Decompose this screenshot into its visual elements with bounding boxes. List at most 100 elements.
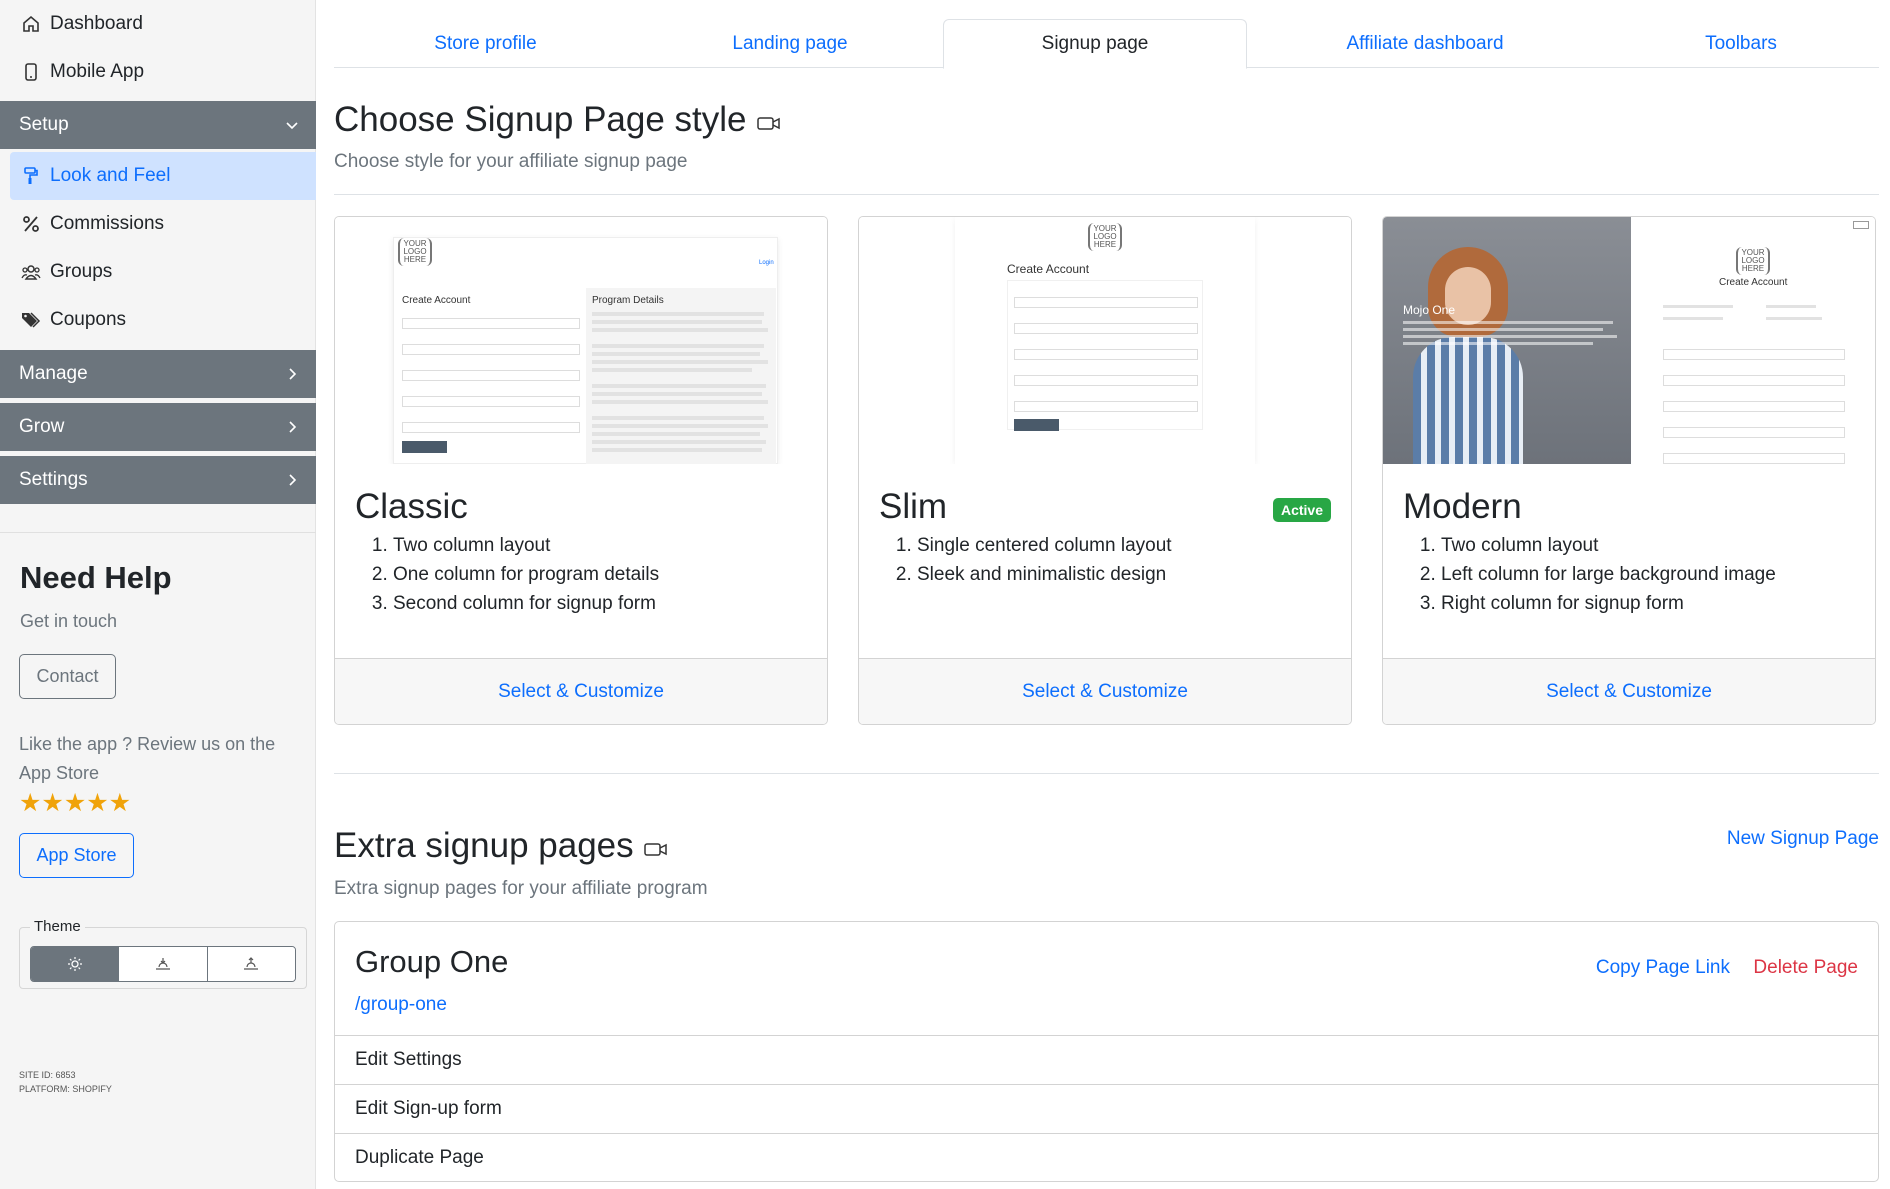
mock-field (1014, 401, 1198, 412)
sidebar-section-grow[interactable]: Grow (0, 403, 316, 451)
mock-field (1663, 453, 1845, 464)
edit-signup-form-item[interactable]: Edit Sign-up form (335, 1084, 1878, 1133)
theme-toggle-group (30, 946, 296, 982)
video-camera-icon[interactable] (643, 841, 668, 857)
mock-text-line (592, 344, 764, 348)
chevron-right-icon (284, 419, 300, 435)
modern-form-panel: YOUR LOGO HERE Create Account (1631, 217, 1875, 464)
sidebar-section-settings[interactable]: Settings (0, 456, 316, 504)
mock-field (1663, 349, 1845, 360)
slim-mock: YOUR LOGO HERE Create Account (955, 217, 1255, 464)
classic-mock: YOUR LOGO HERE Login Create Account Prog… (393, 237, 778, 464)
contact-button[interactable]: Contact (19, 654, 116, 699)
mock-create-account: Create Account (402, 295, 471, 306)
theme-sunrise-button[interactable] (207, 947, 295, 981)
sidebar-item-commissions[interactable]: Commissions (0, 200, 316, 248)
select-customize-classic-button[interactable]: Select & Customize (335, 658, 827, 724)
sidebar-section-manage[interactable]: Manage (0, 350, 316, 398)
sidebar-divider (0, 532, 316, 533)
mock-field (1014, 323, 1198, 334)
sidebar-item-label: Groups (50, 261, 113, 282)
mock-details-column: Program Details (586, 288, 776, 464)
section-label: Manage (19, 363, 88, 384)
paint-roller-icon (20, 165, 42, 187)
mock-text-line (592, 416, 764, 420)
mock-text-line (1403, 335, 1617, 338)
sidebar-item-coupons[interactable]: Coupons (0, 296, 316, 344)
page-path-link[interactable]: /group-one (355, 994, 447, 1016)
mock-field (402, 344, 580, 355)
sidebar-item-look-and-feel[interactable]: Look and Feel (10, 152, 316, 200)
edit-settings-item[interactable]: Edit Settings (335, 1035, 1878, 1084)
style-card-slim: YOUR LOGO HERE Create Account Slim Activ… (858, 216, 1352, 725)
theme-light-button[interactable] (31, 947, 120, 981)
copy-page-link-button[interactable]: Copy Page Link (1596, 957, 1730, 979)
app-store-button[interactable]: App Store (19, 833, 134, 878)
tab-landing-page[interactable]: Landing page (637, 19, 943, 68)
feature-item: Two column layout (393, 531, 659, 560)
style-card-classic: YOUR LOGO HERE Login Create Account Prog… (334, 216, 828, 725)
sidebar-item-label: Coupons (50, 309, 127, 330)
tab-toolbars[interactable]: Toolbars (1603, 19, 1879, 68)
feature-item: Left column for large background image (1441, 560, 1776, 589)
select-customize-slim-button[interactable]: Select & Customize (859, 658, 1351, 724)
mock-text-line (592, 440, 766, 444)
theme-sunset-button[interactable] (119, 947, 208, 981)
delete-page-button[interactable]: Delete Page (1753, 957, 1858, 979)
extra-section-title: Extra signup pages (334, 826, 668, 866)
feature-item: Second column for signup form (393, 589, 659, 618)
section-label: Setup (19, 114, 69, 135)
mock-text-line (592, 360, 768, 364)
mock-field (402, 422, 580, 433)
divider (334, 773, 1879, 774)
sidebar: Dashboard Mobile App Setup Look and Feel (0, 0, 316, 1189)
sidebar-item-label: Dashboard (50, 13, 143, 34)
sun-icon (67, 956, 83, 972)
logo-placeholder: YOUR LOGO HERE (1088, 223, 1122, 251)
classic-preview-image: YOUR LOGO HERE Login Create Account Prog… (335, 217, 827, 464)
tab-signup-page[interactable]: Signup page (943, 19, 1247, 69)
help-subtitle: Get in touch (20, 611, 118, 631)
mock-text-line (1403, 328, 1603, 331)
sidebar-item-groups[interactable]: Groups (0, 248, 316, 296)
duplicate-page-item[interactable]: Duplicate Page (335, 1133, 1878, 1182)
chevron-down-icon (284, 117, 300, 133)
active-badge: Active (1272, 498, 1331, 522)
tab-store-profile[interactable]: Store profile (334, 19, 637, 68)
feature-item: Two column layout (1441, 531, 1776, 560)
mock-text-line (1766, 317, 1822, 320)
feature-list: Single centered column layout Sleek and … (917, 531, 1172, 589)
mock-text-line (1403, 342, 1593, 345)
extra-title-text: Extra signup pages (334, 826, 634, 865)
mock-create-account: Create Account (1719, 277, 1788, 288)
sidebar-item-mobile-app[interactable]: Mobile App (0, 48, 316, 96)
mock-text-line (592, 400, 768, 404)
mock-text-line (1766, 305, 1816, 308)
logo-placeholder: YOUR LOGO HERE (1736, 247, 1770, 275)
mock-text-line (592, 448, 762, 452)
shirt-shape (1413, 337, 1523, 464)
mock-field (402, 318, 580, 329)
feature-item: Sleek and minimalistic design (917, 560, 1172, 589)
mock-text-line (592, 368, 752, 372)
mock-program-details: Program Details (592, 295, 664, 306)
sidebar-item-dashboard[interactable]: Dashboard (0, 0, 316, 48)
mock-text-line (592, 352, 760, 356)
sidebar-section-setup[interactable]: Setup (0, 101, 316, 149)
card-title: Classic (355, 487, 468, 526)
video-camera-icon[interactable] (756, 115, 781, 131)
mock-create-account: Create Account (1007, 262, 1090, 276)
tab-affiliate-dashboard[interactable]: Affiliate dashboard (1247, 19, 1603, 68)
chevron-right-icon (284, 366, 300, 382)
rating-stars: ★★★★★ (19, 789, 132, 817)
help-title: Need Help (20, 560, 172, 595)
style-title-text: Choose Signup Page style (334, 100, 747, 139)
users-icon (20, 261, 42, 283)
mock-text-line (592, 328, 768, 332)
new-signup-page-link[interactable]: New Signup Page (1727, 828, 1879, 850)
mock-field (1663, 401, 1845, 412)
feature-item: Right column for signup form (1441, 589, 1776, 618)
modern-preview-image: Mojo One YOUR LOGO HERE Create Account (1383, 217, 1875, 464)
platform: PLATFORM: SHOPIFY (19, 1084, 112, 1094)
select-customize-modern-button[interactable]: Select & Customize (1383, 658, 1875, 724)
